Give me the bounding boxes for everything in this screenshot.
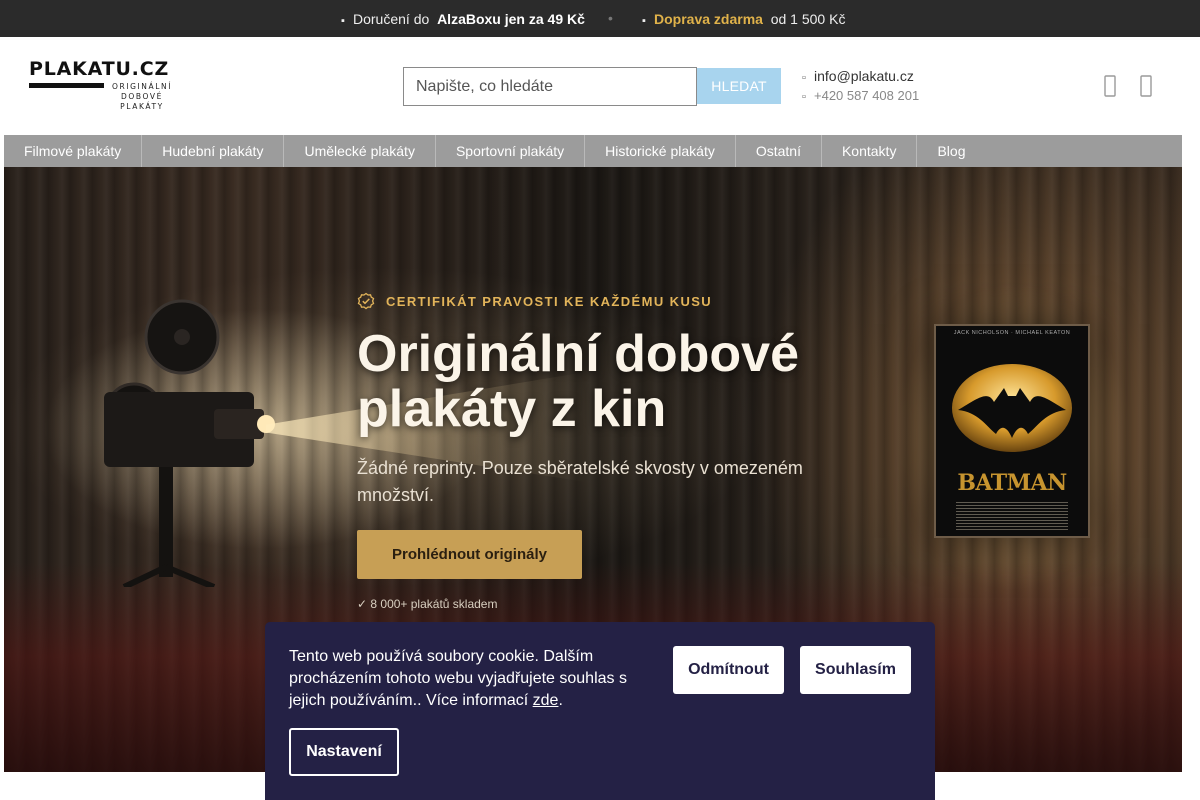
search-input[interactable] <box>404 68 696 105</box>
free-shipping-message: ▪ Doprava zdarma od 1 500 Kč <box>642 11 845 27</box>
poster-credits-header: JACK NICHOLSON · MICHAEL KEATON <box>953 330 1071 336</box>
stock-note: ✓ 8 000+ plakátů skladem <box>357 597 498 611</box>
truck-icon: ▪ <box>341 15 345 27</box>
logo-tagline-line: ORIGINÁLNÍ <box>111 82 173 91</box>
browse-originals-button[interactable]: Prohlédnout originály <box>357 530 582 579</box>
site-logo[interactable]: PLAKATU.CZ ORIGINÁLNÍ DOBOVÉ PLAKÁTY <box>29 58 174 114</box>
poster-title: BATMAN <box>957 470 1067 496</box>
film-projector-image <box>104 299 275 587</box>
mail-icon: ▫ <box>802 72 806 84</box>
phone-text: +420 587 408 201 <box>814 88 920 103</box>
logo-tagline-line: PLAKÁTY <box>120 102 164 111</box>
logo-tagline-line: DOBOVÉ <box>121 92 163 101</box>
authenticity-badge: CERTIFIKÁT PRAVOSTI KE KAŽDÉMU KUSU <box>357 292 712 310</box>
search-button[interactable]: HLEDAT <box>697 68 781 104</box>
top-announcement-bar: ▪ Doručení do AlzaBoxu jen za 49 Kč • ▪ Do… <box>0 0 1200 37</box>
delivery-message: ▪ Doručení do AlzaBoxu jen za 49 Kč <box>341 11 585 27</box>
nav-item-contacts[interactable]: Kontakty <box>822 135 918 167</box>
email-text: info@plakatu.cz <box>814 68 914 84</box>
cookie-settings-button[interactable]: Nastavení <box>289 728 399 776</box>
bat-emblem-icon <box>952 364 1072 452</box>
cookie-consent-banner: Tento web používá soubory cookie. Dalším… <box>265 622 935 800</box>
cart-icon[interactable] <box>1138 74 1154 98</box>
user-icon[interactable] <box>1102 74 1118 98</box>
nav-item-art-posters[interactable]: Umělecké plakáty <box>284 135 436 167</box>
nav-item-blog[interactable]: Blog <box>917 135 985 167</box>
nav-item-other[interactable]: Ostatní <box>736 135 822 167</box>
contact-phone[interactable]: ▫ +420 587 408 201 <box>802 88 919 103</box>
cookie-message-text: Tento web používá soubory cookie. Dalším… <box>289 648 627 709</box>
cookie-message-end: . <box>558 692 563 709</box>
accept-cookies-button[interactable]: Souhlasím <box>800 646 911 694</box>
nav-item-historical-posters[interactable]: Historické plakáty <box>585 135 736 167</box>
search-box <box>403 67 697 106</box>
hero-subtitle: Žádné reprinty. Pouze sběratelské skvost… <box>357 458 803 505</box>
free-shipping-highlight: Doprava zdarma <box>654 11 763 27</box>
contact-email[interactable]: ▫ info@plakatu.cz <box>802 68 914 84</box>
delivery-highlight: AlzaBoxu jen za 49 Kč <box>437 11 585 27</box>
batman-poster-image: JACK NICHOLSON · MICHAEL KEATON BATMAN <box>934 324 1090 538</box>
delivery-prefix: Doručení do <box>353 11 430 27</box>
nav-item-music-posters[interactable]: Hudební plakáty <box>142 135 285 167</box>
logo-wordmark: PLAKATU.CZ <box>29 58 170 80</box>
cookie-more-info-link[interactable]: zde <box>533 692 559 709</box>
nav-item-sport-posters[interactable]: Sportovní plakáty <box>436 135 586 167</box>
free-shipping-threshold: od 1 500 Kč <box>770 11 846 27</box>
main-navigation: Filmové plakáty Hudební plakáty Umělecké… <box>4 135 1182 167</box>
certificate-check-icon <box>357 292 375 310</box>
cookie-message: Tento web používá soubory cookie. Dalším… <box>289 646 649 712</box>
logo-tagline: ORIGINÁLNÍ DOBOVÉ PLAKÁTY <box>107 82 177 112</box>
badge-text: CERTIFIKÁT PRAVOSTI KE KAŽDÉMU KUSU <box>386 293 713 309</box>
phone-icon: ▫ <box>802 91 806 103</box>
nav-item-film-posters[interactable]: Filmové plakáty <box>4 135 143 167</box>
logo-bar <box>29 83 104 88</box>
poster-credits-block <box>956 502 1068 530</box>
hero-title: Originální dobové plakáty z kin <box>357 325 800 438</box>
box-icon: ▪ <box>642 15 646 27</box>
reject-cookies-button[interactable]: Odmítnout <box>673 646 784 694</box>
separator-dot: • <box>608 10 613 26</box>
